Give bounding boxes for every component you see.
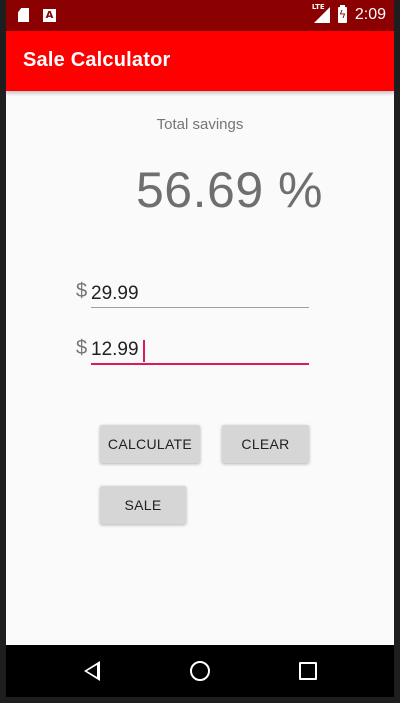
battery-charging-icon: ϟ <box>337 5 347 23</box>
recents-icon[interactable] <box>299 662 317 680</box>
font-a-icon: A <box>43 8 56 22</box>
network-label: LTE <box>311 3 325 11</box>
signal-icon: LTE <box>312 3 330 23</box>
app-bar: Sale Calculator <box>6 31 394 91</box>
app-title: Sale Calculator <box>23 49 171 71</box>
original-price-input[interactable] <box>91 280 309 308</box>
sale-price-input[interactable] <box>91 337 309 365</box>
back-icon[interactable] <box>84 661 100 681</box>
status-left: A <box>18 8 56 22</box>
text-caret <box>143 340 145 362</box>
status-clock: 2:09 <box>354 6 386 23</box>
sd-card-icon <box>18 8 29 22</box>
clear-button[interactable]: CLEAR <box>222 425 309 463</box>
total-savings-label: Total savings <box>156 116 244 133</box>
original-price-currency: $ <box>76 280 88 302</box>
calculate-button[interactable]: CALCULATE <box>100 425 200 463</box>
total-savings-value: 56.69 % <box>136 162 323 218</box>
app-window: A LTE ϟ 2:09 Sale Calculator Total savin… <box>6 0 394 697</box>
status-right: LTE ϟ 2:09 <box>312 3 386 24</box>
sale-price-currency: $ <box>76 337 88 359</box>
status-bar: A LTE ϟ 2:09 <box>6 0 394 31</box>
home-icon[interactable] <box>190 661 210 681</box>
sale-button[interactable]: SALE <box>100 486 186 524</box>
navigation-bar <box>6 645 394 697</box>
